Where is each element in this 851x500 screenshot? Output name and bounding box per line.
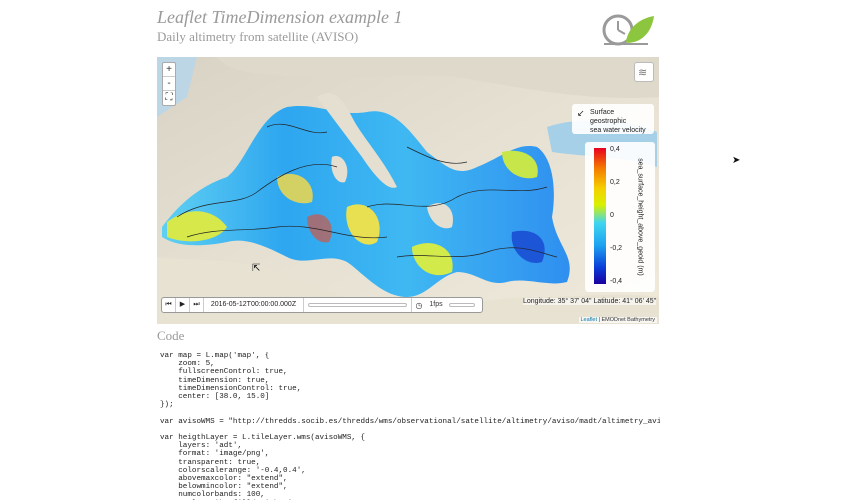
coordinates-readout: Longitude: 35° 37' 04" Latitude: 41° 06'…: [523, 298, 657, 305]
code-line: format: 'image/png',: [160, 450, 270, 459]
current-date: 2016-05-12T00:00:00.000Z: [204, 298, 304, 312]
layers-button[interactable]: ≋: [634, 62, 654, 82]
code-line: timeDimension: true,: [160, 376, 270, 385]
code-block: var map = L.map('map', { zoom: 5, fullsc…: [160, 352, 660, 500]
sea-surface-height-map[interactable]: [157, 57, 659, 324]
code-line: layers: 'adt',: [160, 442, 243, 451]
code-line: });: [160, 401, 174, 410]
code-line: center: [38.0, 15.0]: [160, 393, 270, 402]
velocity-legend: ↙ Surface geostrophic sea water velocity: [572, 104, 654, 134]
color-legend: 0,4 0,2 0 -0,2 -0,4 sea_surface_height_a…: [585, 142, 655, 292]
zoom-control: + - ⛶: [162, 62, 176, 106]
code-line: var map = L.map('map', {: [160, 352, 270, 360]
code-heading: Code: [157, 328, 185, 343]
speed-slider[interactable]: [446, 298, 478, 312]
time-dimension-control: ⏮ ▶ ⏭ 2016-05-12T00:00:00.000Z ◷ 1fps: [161, 297, 483, 313]
map-attribution: Leaflet | EMODnet Bathymetry: [578, 317, 657, 323]
attribution-text: | EMODnet Bathymetry: [597, 317, 655, 323]
velocity-legend-line2: sea water velocity: [590, 127, 646, 134]
map-container[interactable]: + - ⛶ ≋ ↙ Surface geostrophic sea water …: [157, 57, 659, 324]
code-line: timeDimensionControl: true,: [160, 384, 302, 393]
step-forward-button[interactable]: ⏭: [190, 298, 204, 312]
colorbar-units: sea_surface_height_above_geoid (m): [636, 158, 644, 276]
zoom-out-button[interactable]: -: [163, 77, 175, 91]
mouse-pointer-icon: ⇱: [252, 263, 261, 274]
colorbar-tick: -0,2: [610, 245, 623, 252]
velocity-legend-line1: Surface geostrophic: [590, 109, 627, 125]
mouse-pointer-icon: ➤: [732, 155, 741, 166]
zoom-in-button[interactable]: +: [163, 63, 175, 77]
time-leaf-logo-icon: [602, 14, 654, 46]
clock-icon: ◷: [415, 300, 423, 310]
code-line: var avisoWMS = "http://thredds.socib.es/…: [160, 417, 660, 426]
code-line: zoom: 5,: [160, 360, 215, 369]
fullscreen-icon[interactable]: ⛶: [163, 91, 175, 105]
layers-icon: ≋: [638, 67, 648, 79]
colorbar-tick: 0: [610, 212, 614, 219]
color-bar: [594, 148, 606, 284]
code-line: abovemaxcolor: "extend",: [160, 475, 288, 484]
code-line: transparent: true,: [160, 458, 261, 467]
code-line: numcolorbands: 100,: [160, 491, 265, 500]
page-title: Leaflet TimeDimension example 1: [157, 7, 403, 27]
colorbar-tick: 0,4: [610, 146, 620, 153]
code-line: fullscreenControl: true,: [160, 368, 288, 377]
code-line: colorscalerange: '-0.4,0.4',: [160, 466, 306, 475]
arrow-icon: ↙: [577, 108, 585, 118]
step-backward-button[interactable]: ⏮: [162, 298, 176, 312]
colorbar-tick: -0,4: [610, 278, 623, 285]
leaflet-link[interactable]: Leaflet: [581, 317, 598, 323]
code-line: belowmincolor: "extend",: [160, 483, 288, 492]
code-line: var heigthLayer = L.tileLayer.wms(avisoW…: [160, 434, 366, 443]
colorbar-tick: 0,2: [610, 179, 620, 186]
time-slider[interactable]: [304, 298, 412, 312]
page-subtitle: Daily altimetry from satellite (AVISO): [157, 29, 359, 44]
fps-label: 1fps: [429, 301, 443, 308]
play-button[interactable]: ▶: [176, 298, 190, 312]
